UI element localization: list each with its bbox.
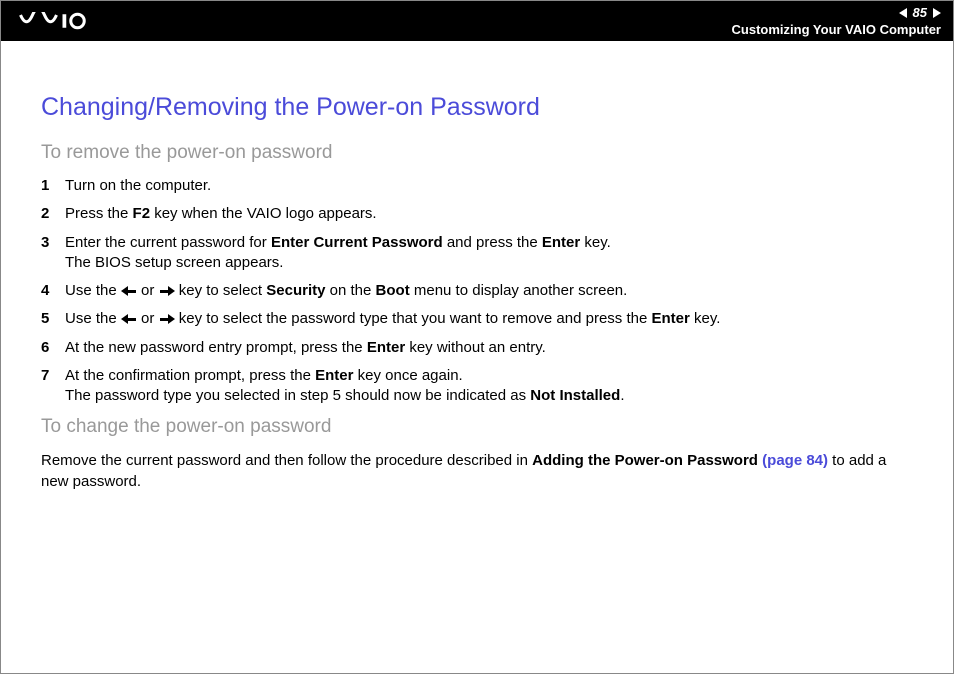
header-nav: 85 Customizing Your VAIO Computer xyxy=(732,5,941,37)
page-number: 85 xyxy=(911,5,929,21)
step-number: 3 xyxy=(41,233,65,274)
list-item: 5 Use the or key to select the password … xyxy=(41,309,913,329)
remove-steps-list: 1 Turn on the computer. 2 Press the F2 k… xyxy=(41,176,913,406)
list-item: 2 Press the F2 key when the VAIO logo ap… xyxy=(41,204,913,224)
step-number: 7 xyxy=(41,366,65,407)
step-text: Turn on the computer. xyxy=(65,176,913,196)
vaio-logo-icon xyxy=(19,12,109,30)
next-page-icon[interactable] xyxy=(933,8,941,18)
step-text: Press the F2 key when the VAIO logo appe… xyxy=(65,204,913,224)
left-arrow-icon xyxy=(121,286,137,296)
change-paragraph: Remove the current password and then fol… xyxy=(41,450,913,492)
page-content: Changing/Removing the Power-on Password … xyxy=(1,41,953,512)
section-change-heading: To change the power-on password xyxy=(41,416,913,438)
vaio-logo xyxy=(19,12,109,30)
breadcrumb: Customizing Your VAIO Computer xyxy=(732,22,941,38)
step-number: 2 xyxy=(41,204,65,224)
list-item: 4 Use the or key to select Security on t… xyxy=(41,281,913,301)
step-text: Enter the current password for Enter Cur… xyxy=(65,233,913,274)
step-number: 1 xyxy=(41,176,65,196)
step-number: 6 xyxy=(41,338,65,358)
right-arrow-icon xyxy=(159,286,175,296)
list-item: 1 Turn on the computer. xyxy=(41,176,913,196)
list-item: 7 At the confirmation prompt, press the … xyxy=(41,366,913,407)
step-text: Use the or key to select the password ty… xyxy=(65,309,913,329)
step-text: Use the or key to select Security on the… xyxy=(65,281,913,301)
step-number: 5 xyxy=(41,309,65,329)
list-item: 6 At the new password entry prompt, pres… xyxy=(41,338,913,358)
right-arrow-icon xyxy=(159,314,175,324)
page-link[interactable]: (page 84) xyxy=(762,452,828,469)
step-number: 4 xyxy=(41,281,65,301)
header-bar: 85 Customizing Your VAIO Computer xyxy=(1,1,953,41)
prev-page-icon[interactable] xyxy=(899,8,907,18)
step-text: At the new password entry prompt, press … xyxy=(65,338,913,358)
left-arrow-icon xyxy=(121,314,137,324)
list-item: 3 Enter the current password for Enter C… xyxy=(41,233,913,274)
section-remove-heading: To remove the power-on password xyxy=(41,142,913,164)
page-title: Changing/Removing the Power-on Password xyxy=(41,93,913,122)
step-text: At the confirmation prompt, press the En… xyxy=(65,366,913,407)
